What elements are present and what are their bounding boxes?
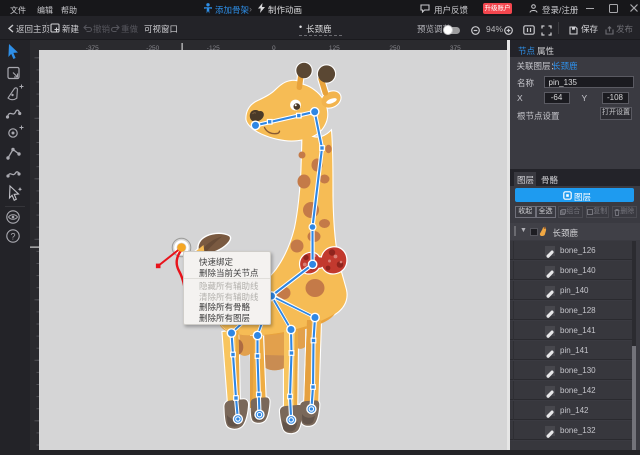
svg-text:?: ? [10, 232, 15, 242]
